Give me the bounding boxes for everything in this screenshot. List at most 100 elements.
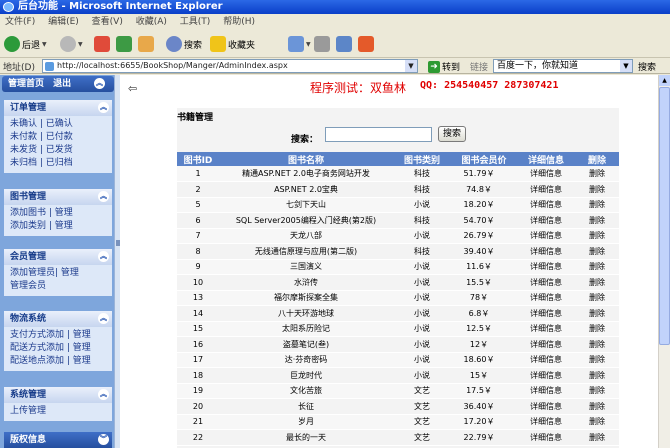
print-button[interactable] (314, 34, 330, 54)
go-button[interactable]: ➜ 转到 (428, 60, 460, 73)
menu-file[interactable]: 文件(F) (0, 14, 40, 30)
delete-link[interactable]: 删除 (575, 228, 619, 244)
stop-button[interactable] (94, 34, 110, 54)
chevron-up-icon[interactable]: ︽ (98, 102, 109, 113)
delete-link[interactable]: 删除 (575, 414, 619, 430)
links-button[interactable]: 链接 (470, 60, 488, 73)
details-link[interactable]: 详细信息 (517, 290, 575, 306)
back-button[interactable]: 后退 ▼ (4, 34, 47, 54)
details-link[interactable]: 详细信息 (517, 367, 575, 384)
delete-link[interactable]: 删除 (575, 352, 619, 368)
details-link[interactable]: 详细信息 (517, 336, 575, 353)
group-header[interactable]: 图书管理 ︽ (4, 189, 112, 205)
link-upload-manage[interactable]: 上传管理 (10, 406, 46, 416)
menu-tools[interactable]: 工具(T) (175, 14, 216, 30)
search-input[interactable] (325, 127, 432, 142)
details-link[interactable]: 详细信息 (517, 228, 575, 244)
delete-link[interactable]: 删除 (575, 321, 619, 337)
forward-button[interactable]: ▼ (60, 34, 83, 54)
details-link[interactable]: 详细信息 (517, 166, 575, 182)
details-link[interactable]: 详细信息 (517, 383, 575, 399)
details-link[interactable]: 详细信息 (517, 274, 575, 291)
details-link[interactable]: 详细信息 (517, 429, 575, 446)
group-header[interactable]: 订单管理 ︽ (4, 100, 112, 116)
link-confirmed[interactable]: 已确认 (46, 119, 73, 129)
link-unarchived[interactable]: 未归档 (10, 158, 37, 168)
menu-favorites[interactable]: 收藏(A) (131, 14, 172, 30)
link-manage-books[interactable]: 管理 (55, 208, 73, 218)
baidu-search-input[interactable]: 百度一下，你就知道 ▼ (493, 59, 633, 73)
home-button[interactable] (138, 34, 154, 54)
link-archived[interactable]: 已归档 (46, 158, 73, 168)
chevron-up-icon[interactable]: ︽ (94, 78, 105, 89)
refresh-button[interactable] (116, 34, 132, 54)
address-input[interactable]: http://localhost:6655/BookShop/Manger/Ad… (42, 59, 418, 73)
menu-help[interactable]: 帮助(H) (218, 14, 260, 30)
details-link[interactable]: 详细信息 (517, 321, 575, 337)
search-submit-button[interactable]: 搜索 (438, 126, 466, 142)
delete-link[interactable]: 删除 (575, 181, 619, 198)
delete-link[interactable]: 删除 (575, 290, 619, 306)
delete-link[interactable]: 删除 (575, 305, 619, 322)
chevron-down-icon[interactable]: ︾ (98, 434, 109, 445)
delete-link[interactable]: 删除 (575, 243, 619, 260)
back-arrow-icon[interactable]: ⇦ (128, 82, 137, 95)
link-shipped[interactable]: 已发货 (46, 145, 73, 155)
chevron-up-icon[interactable]: ︽ (98, 251, 109, 262)
favorites-button[interactable]: 收藏夹 (210, 34, 255, 54)
link-manage-location[interactable]: 管理 (73, 356, 91, 366)
group-header[interactable]: 系统管理 ︽ (4, 387, 112, 403)
details-link[interactable]: 详细信息 (517, 414, 575, 430)
delete-link[interactable]: 删除 (575, 383, 619, 399)
details-link[interactable]: 详细信息 (517, 398, 575, 415)
delete-link[interactable]: 删除 (575, 336, 619, 353)
link-add-location[interactable]: 配送地点添加 (10, 356, 64, 366)
link-add-admin[interactable]: 添加管理员 (10, 268, 55, 278)
link-add-category[interactable]: 添加类别 (10, 221, 46, 231)
menu-view[interactable]: 查看(V) (87, 14, 128, 30)
chevron-up-icon[interactable]: ︽ (98, 389, 109, 400)
link-unpaid[interactable]: 未付款 (10, 132, 37, 142)
link-add-payment[interactable]: 支付方式添加 (10, 330, 64, 340)
delete-link[interactable]: 删除 (575, 197, 619, 213)
link-add-delivery[interactable]: 配送方式添加 (10, 343, 64, 353)
details-link[interactable]: 详细信息 (517, 212, 575, 229)
link-add-book[interactable]: 添加图书 (10, 208, 46, 218)
baidu-search-button[interactable]: 搜索 (638, 60, 656, 73)
link-unconfirmed[interactable]: 未确认 (10, 119, 37, 129)
delete-link[interactable]: 删除 (575, 367, 619, 384)
link-paid[interactable]: 已付款 (46, 132, 73, 142)
chevron-down-icon[interactable]: ▼ (405, 60, 417, 72)
menu-edit[interactable]: 编辑(E) (43, 14, 84, 30)
group-header[interactable]: 会员管理 ︽ (4, 249, 112, 265)
delete-link[interactable]: 删除 (575, 259, 619, 275)
link-manage-payment[interactable]: 管理 (73, 330, 91, 340)
scroll-thumb[interactable] (659, 87, 670, 345)
details-link[interactable]: 详细信息 (517, 259, 575, 275)
link-unshipped[interactable]: 未发货 (10, 145, 37, 155)
admin-home-link[interactable]: 管理首页 (8, 79, 44, 89)
link-manage-delivery[interactable]: 管理 (73, 343, 91, 353)
delete-link[interactable]: 删除 (575, 212, 619, 229)
details-link[interactable]: 详细信息 (517, 352, 575, 368)
chevron-up-icon[interactable]: ︽ (98, 313, 109, 324)
messenger-button[interactable] (358, 34, 374, 54)
edit-button[interactable] (336, 34, 352, 54)
delete-link[interactable]: 删除 (575, 398, 619, 415)
details-link[interactable]: 详细信息 (517, 305, 575, 322)
delete-link[interactable]: 删除 (575, 166, 619, 182)
delete-link[interactable]: 删除 (575, 429, 619, 446)
link-manage-categories[interactable]: 管理 (55, 221, 73, 231)
logout-link[interactable]: 退出 (53, 79, 71, 89)
link-manage-admins[interactable]: 管理 (61, 268, 79, 278)
delete-link[interactable]: 删除 (575, 274, 619, 291)
group-header[interactable]: 物流系统 ︽ (4, 311, 112, 327)
search-button[interactable]: 搜索 (166, 34, 202, 54)
details-link[interactable]: 详细信息 (517, 197, 575, 213)
details-link[interactable]: 详细信息 (517, 243, 575, 260)
details-link[interactable]: 详细信息 (517, 181, 575, 198)
chevron-down-icon[interactable]: ▼ (620, 60, 632, 72)
group-header[interactable]: 版权信息 ︾ (4, 432, 112, 448)
mail-button[interactable]: ▼ (288, 34, 311, 54)
link-manage-members[interactable]: 管理会员 (10, 281, 46, 291)
